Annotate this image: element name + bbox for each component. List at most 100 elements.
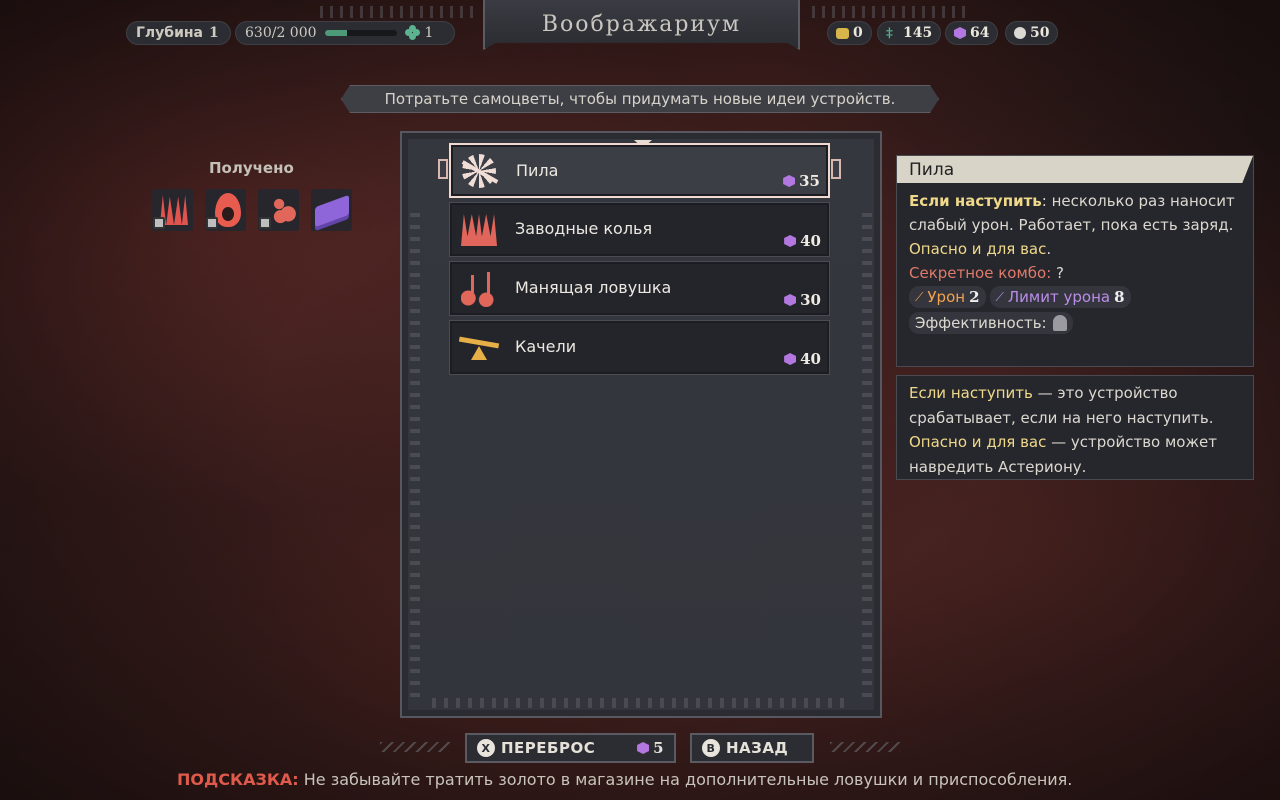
resource-gem: 64: [946, 22, 998, 44]
page-title: Воображариум: [483, 0, 800, 50]
details-stats: ⟋ Урон 2 ⟋ Лимит урона 8: [909, 286, 1241, 308]
lure-figure-icon[interactable]: [258, 189, 299, 231]
gear-badge-icon: [206, 217, 218, 229]
item-cost: 40: [784, 232, 821, 250]
hint-text: ПОДСКАЗКА: Не забывайте тратить золото в…: [177, 770, 1072, 789]
depth-indicator: Глубина 1: [127, 22, 230, 44]
item-cost-value: 35: [799, 172, 820, 190]
reroll-button[interactable]: X ПЕРЕБРОС 5: [465, 733, 676, 763]
damage-limit-tag: ⟋ Лимит урона 8: [989, 286, 1131, 308]
meander-ornament-left: [320, 6, 475, 18]
x-button-glyph-icon: X: [477, 739, 495, 757]
resource-orb-value: 50: [1030, 25, 1050, 41]
music-notes-icon: [457, 267, 499, 309]
clockwork-spikes-icon: [457, 208, 499, 250]
panel-border-bottom: [432, 698, 850, 708]
obtained-items: [152, 189, 352, 231]
item-cost-value: 40: [800, 350, 821, 368]
clover-icon: [404, 25, 421, 41]
resource-gold-value: 0: [853, 25, 863, 41]
saw-icon: [458, 150, 500, 192]
gem-icon: [784, 353, 797, 365]
panel-border-left: [410, 213, 420, 704]
resource-gold: 0: [828, 22, 871, 44]
deco-ornament-right: [830, 742, 900, 752]
meander-ornament-right: [812, 6, 967, 18]
fire-trap-icon[interactable]: [205, 189, 246, 231]
list-item-luring-trap[interactable]: Манящая ловушка 30: [449, 261, 830, 316]
seesaw-icon: [457, 326, 500, 368]
b-button-glyph-icon: B: [702, 739, 720, 757]
damage-value: 2: [969, 288, 980, 306]
instruction-text: Потратьте самоцветы, чтобы придумать нов…: [384, 90, 896, 108]
gem-icon: [954, 27, 966, 39]
item-cost-value: 40: [800, 232, 821, 250]
resource-gem-value: 64: [970, 25, 990, 41]
deco-ornament-left: [380, 742, 450, 752]
instruction-banner: Потратьте самоцветы, чтобы придумать нов…: [341, 85, 939, 113]
item-cost: 35: [783, 172, 820, 190]
depth-progress: 630/2 000 1: [236, 22, 454, 44]
obtained-label: Получено: [209, 159, 294, 177]
damage-tag: ⟋ Урон 2: [909, 286, 986, 308]
glossary-term-danger: Опасно и для вас: [909, 433, 1047, 451]
resource-orb: 50: [1006, 22, 1058, 44]
details-combo: Секретное комбо: ?: [909, 261, 1241, 285]
selection-bracket-left: [438, 159, 448, 179]
gem-icon: [784, 294, 797, 306]
item-cost: 40: [784, 350, 821, 368]
depth-value: 1: [209, 25, 219, 41]
progress-fill: [324, 30, 348, 36]
list-item-seesaw[interactable]: Качели 40: [449, 320, 830, 375]
progress-bar: [324, 30, 397, 36]
details-efficiency: Эффективность:: [909, 311, 1241, 335]
combo-label: Секретное комбо:: [909, 264, 1052, 282]
spellbook-icon[interactable]: [311, 189, 352, 231]
back-button[interactable]: B НАЗАД: [690, 733, 814, 763]
item-cost-value: 30: [800, 291, 821, 309]
details-trigger: Если наступить: несколько раз наносит сл…: [909, 189, 1241, 237]
helmet-icon: [1052, 315, 1067, 331]
list-item-saw[interactable]: Пила 35: [449, 143, 830, 198]
gem-icon: [637, 742, 650, 754]
danger-text: Опасно и для вас: [909, 240, 1047, 258]
page-title-text: Воображариум: [541, 11, 742, 37]
details-card: Пила Если наступить: несколько раз нанос…: [896, 155, 1254, 367]
limit-value: 8: [1114, 288, 1125, 306]
item-name: Заводные колья: [515, 219, 653, 238]
damage-label: Урон: [927, 288, 966, 306]
reroll-cost: 5: [637, 739, 664, 757]
gold-coin-icon: [836, 27, 849, 39]
progress-text: 630/2 000: [245, 25, 317, 41]
danger-suffix: .: [1046, 240, 1052, 258]
details-danger: Опасно и для вас.: [909, 237, 1241, 261]
gem-icon: [783, 175, 796, 187]
item-name: Пила: [516, 161, 559, 180]
spikes-trap-icon[interactable]: [152, 189, 193, 231]
herb-icon: ‡: [886, 25, 893, 41]
item-cost: 30: [784, 291, 821, 309]
glossary-term-trigger: Если наступить: [909, 384, 1033, 402]
details-title: Пила: [897, 156, 1253, 183]
combo-value: ?: [1056, 264, 1065, 282]
list-item-clockwork-spikes[interactable]: Заводные колья 40: [449, 202, 830, 257]
resource-herb-value: 145: [903, 25, 933, 41]
panel-border-right: [862, 213, 872, 704]
gear-badge-icon: [153, 217, 165, 229]
hint-label: ПОДСКАЗКА:: [177, 770, 299, 789]
gem-icon: [784, 235, 797, 247]
selection-bracket-right: [831, 159, 841, 179]
item-name: Качели: [515, 337, 577, 356]
back-label: НАЗАД: [726, 739, 789, 757]
progress-level: 1: [424, 25, 434, 41]
reroll-label: ПЕРЕБРОС: [501, 739, 596, 757]
item-name: Манящая ловушка: [515, 278, 672, 297]
efficiency-label: Эффективность:: [915, 314, 1047, 332]
limit-label: Лимит урона: [1007, 288, 1111, 306]
sword-icon: ⟋: [915, 290, 924, 304]
hint-body: Не забывайте тратить золото в магазине н…: [298, 770, 1073, 789]
gear-badge-icon: [259, 217, 271, 229]
orb-icon: [1014, 27, 1026, 39]
glossary-card: Если наступить — это устройство срабатыв…: [896, 375, 1254, 480]
reroll-cost-value: 5: [653, 739, 664, 757]
